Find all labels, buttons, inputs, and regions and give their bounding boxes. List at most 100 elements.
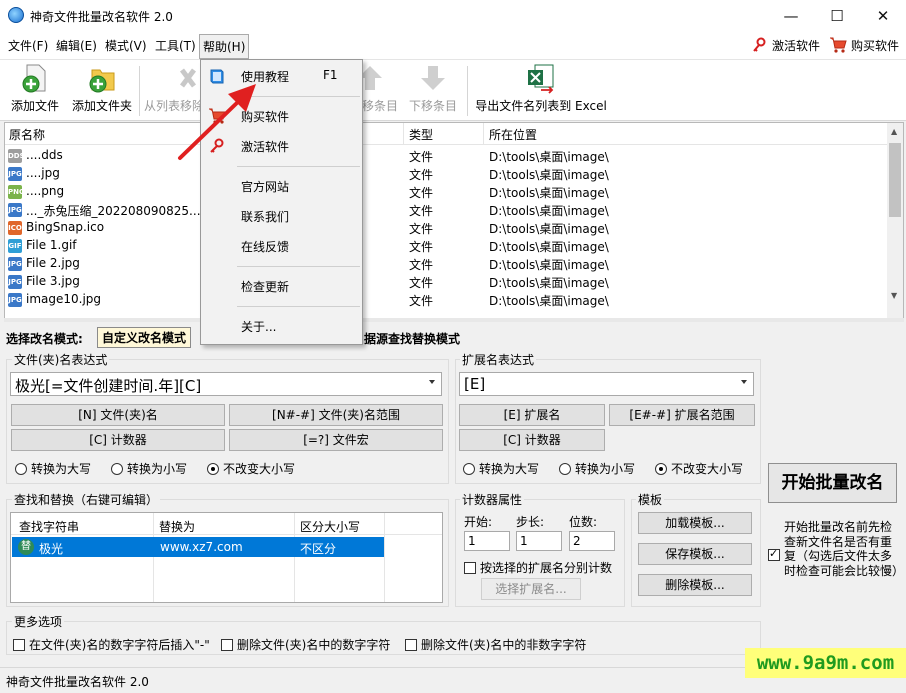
jpg-file-icon: JPG xyxy=(8,203,22,217)
radio-circle[interactable] xyxy=(15,463,27,475)
find-replace-row[interactable]: 替 极光 www.xz7.com 不区分 xyxy=(12,537,384,557)
remove-digits-checkbox[interactable]: 删除文件(夹)名中的数字字符 xyxy=(221,636,390,653)
scroll-down-arrow[interactable]: ▼ xyxy=(891,291,897,300)
insert-extension-range-button[interactable]: [E#-#] 扩展名范围 xyxy=(609,404,755,426)
radio-circle-selected[interactable] xyxy=(655,463,667,475)
table-row[interactable]: JPG File 3.jpg 文件 D:\tools\桌面\image\ xyxy=(5,273,889,291)
table-row[interactable]: JPG image10.jpg 文件 D:\tools\桌面\image\ xyxy=(5,291,889,309)
menu-item-website[interactable]: 官方网站 xyxy=(201,174,362,198)
start-batch-rename-button[interactable]: 开始批量改名 xyxy=(768,463,897,503)
load-template-button[interactable]: 加载模板... xyxy=(638,512,752,534)
radio-circle[interactable] xyxy=(111,463,123,475)
column-type[interactable]: 类型 xyxy=(409,126,433,143)
check-duplicate-checkbox[interactable] xyxy=(768,547,784,562)
checkbox-box[interactable] xyxy=(13,639,25,651)
column-replace[interactable]: 替换为 xyxy=(159,518,195,535)
table-row[interactable]: DDS ....dds 文件 D:\tools\桌面\image\ xyxy=(5,147,889,165)
radio-lowercase[interactable]: 转换为小写 xyxy=(111,460,187,477)
find-replace-header: 查找字符串 替换为 区分大小写 xyxy=(11,513,442,535)
file-list-scrollbar[interactable]: ▲ ▼ xyxy=(887,123,903,319)
check-duplicate-label: 开始批量改名前先检查新文件名是否有重复（勾选后文件太多时检查可能会比较慢） xyxy=(784,520,905,578)
maximize-button[interactable]: ☐ xyxy=(814,0,860,32)
count-per-extension-checkbox[interactable]: 按选择的扩展名分别计数 xyxy=(464,559,612,576)
chevron-down-icon[interactable] xyxy=(429,380,435,384)
add-folder-button[interactable]: 添加文件夹 xyxy=(70,60,134,120)
scroll-thumb[interactable] xyxy=(889,143,901,217)
ext-radio-uppercase-label: 转换为大写 xyxy=(479,462,540,476)
column-find[interactable]: 查找字符串 xyxy=(19,518,79,535)
table-row[interactable]: JPG ....jpg 文件 D:\tools\桌面\image\ xyxy=(5,165,889,183)
radio-circle-selected[interactable] xyxy=(207,463,219,475)
table-row[interactable]: JPG ..._赤兔压缩_202208090825... 文件 D:\tools\桌面… xyxy=(5,201,889,219)
close-button[interactable]: ✕ xyxy=(860,0,906,32)
radio-circle[interactable] xyxy=(463,463,475,475)
radio-circle[interactable] xyxy=(559,463,571,475)
find-replace-table[interactable]: 查找字符串 替换为 区分大小写 替 极光 www.xz7.com 不区分 xyxy=(10,512,443,603)
png-file-icon: PNG xyxy=(8,185,25,199)
radio-keep-case-label: 不改变大小写 xyxy=(223,462,296,476)
extension-expression-combo[interactable]: [E] xyxy=(459,372,754,396)
menu-item-contact[interactable]: 联系我们 xyxy=(201,204,362,228)
counter-digits-input[interactable]: 2 xyxy=(569,531,615,551)
chevron-down-icon[interactable] xyxy=(741,380,747,384)
insert-dash-checkbox[interactable]: 在文件(夹)名的数字字符后插入"-" xyxy=(13,636,210,653)
move-down-button[interactable]: 下移条目 xyxy=(404,60,462,120)
checkbox-box[interactable] xyxy=(221,639,233,651)
menu-separator xyxy=(237,266,360,267)
column-case[interactable]: 区分大小写 xyxy=(300,518,360,535)
feedback-label: 在线反馈 xyxy=(241,240,290,254)
radio-uppercase[interactable]: 转换为大写 xyxy=(15,460,91,477)
menu-item-about[interactable]: 关于... xyxy=(201,314,362,338)
table-row[interactable]: JPG File 2.jpg 文件 D:\tools\桌面\image\ xyxy=(5,255,889,273)
title-bar: 神奇文件批量改名软件 2.0 — ☐ ✕ xyxy=(0,0,906,32)
menu-item-feedback[interactable]: 在线反馈 xyxy=(201,234,362,258)
insert-ext-counter-button[interactable]: [C] 计数器 xyxy=(459,429,605,451)
menu-item-update[interactable]: 检查更新 xyxy=(201,274,362,298)
column-divider[interactable] xyxy=(403,123,404,145)
table-row[interactable]: ICO BingSnap.ico 文件 D:\tools\桌面\image\ xyxy=(5,219,889,237)
radio-keep-case[interactable]: 不改变大小写 xyxy=(207,460,295,477)
insert-file-macro-button[interactable]: [=?] 文件宏 xyxy=(229,429,443,451)
tab-datasource-mode[interactable]: 据源查找替换模式 xyxy=(364,330,460,347)
minimize-button[interactable]: — xyxy=(768,0,814,32)
activate-link[interactable]: 激活软件 xyxy=(772,37,820,54)
gif-file-icon: GIF xyxy=(8,239,22,253)
horizontal-scrollbar[interactable] xyxy=(4,318,904,322)
checkbox-box[interactable] xyxy=(768,547,780,561)
column-name[interactable]: 原名称 xyxy=(9,126,45,143)
menu-mode[interactable]: 模式(V) xyxy=(105,37,147,54)
tab-custom-mode[interactable]: 自定义改名模式 xyxy=(97,327,192,348)
insert-counter-button[interactable]: [C] 计数器 xyxy=(11,429,225,451)
table-row[interactable]: PNG ....png 文件 D:\tools\桌面\image\ xyxy=(5,183,889,201)
counter-step-input[interactable]: 1 xyxy=(516,531,562,551)
buy-link[interactable]: 购买软件 xyxy=(851,37,899,54)
ext-radio-keep-case[interactable]: 不改变大小写 xyxy=(655,460,743,477)
file-list[interactable]: 原名称 类型 所在位置 DDS ....dds 文件 D:\tools\桌面\imag… xyxy=(4,122,904,320)
menu-edit[interactable]: 编辑(E) xyxy=(56,37,97,54)
remove-non-digits-checkbox[interactable]: 删除文件(夹)名中的非数字字符 xyxy=(405,636,586,653)
filename-expression-combo[interactable]: 极光[=文件创建时间.年][C] xyxy=(10,372,442,396)
save-template-button[interactable]: 保存模板... xyxy=(638,543,752,565)
more-options-label: 更多选项 xyxy=(12,613,65,630)
checkbox-box[interactable] xyxy=(405,639,417,651)
scroll-up-arrow[interactable]: ▲ xyxy=(891,127,897,136)
menu-file[interactable]: 文件(F) xyxy=(8,37,48,54)
counter-start-input[interactable]: 1 xyxy=(464,531,510,551)
choose-extension-button[interactable]: 选择扩展名... xyxy=(481,578,581,600)
table-row[interactable]: GIF File 1.gif 文件 D:\tools\桌面\image\ xyxy=(5,237,889,255)
menu-tools[interactable]: 工具(T) xyxy=(155,37,196,54)
export-excel-button[interactable]: 导出文件名列表到 Excel xyxy=(474,60,608,120)
column-divider[interactable] xyxy=(483,123,484,145)
add-file-button[interactable]: 添加文件 xyxy=(6,60,64,120)
counter-properties-label: 计数器属性 xyxy=(460,491,525,508)
checkbox-box[interactable] xyxy=(464,562,476,574)
insert-extension-button[interactable]: [E] 扩展名 xyxy=(459,404,605,426)
delete-template-button[interactable]: 删除模板... xyxy=(638,574,752,596)
ext-radio-uppercase[interactable]: 转换为大写 xyxy=(463,460,539,477)
insert-filename-range-button[interactable]: [N#-#] 文件(夹)名范围 xyxy=(229,404,443,426)
column-location[interactable]: 所在位置 xyxy=(489,126,537,143)
menu-help[interactable]: 帮助(H) xyxy=(199,34,250,59)
ext-radio-lowercase[interactable]: 转换为小写 xyxy=(559,460,635,477)
insert-filename-button[interactable]: [N] 文件(夹)名 xyxy=(11,404,225,426)
extension-expression-label: 扩展名表达式 xyxy=(460,351,537,368)
